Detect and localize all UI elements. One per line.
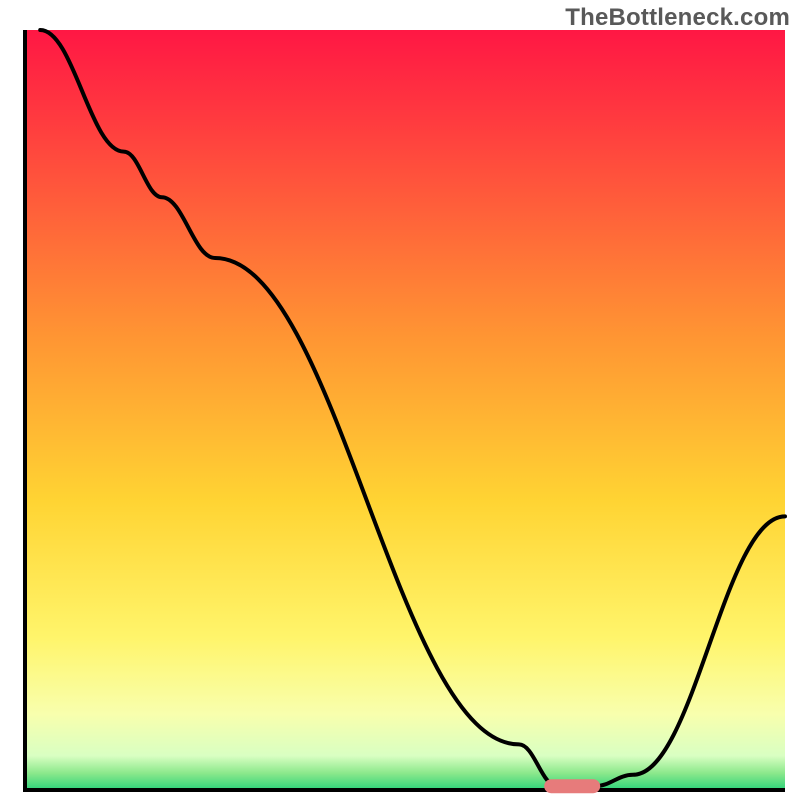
optimal-region-marker <box>544 779 600 793</box>
bottleneck-chart: TheBottleneck.com <box>0 0 800 800</box>
plot-background <box>25 30 785 790</box>
watermark-text: TheBottleneck.com <box>565 4 790 32</box>
chart-canvas <box>0 0 800 800</box>
